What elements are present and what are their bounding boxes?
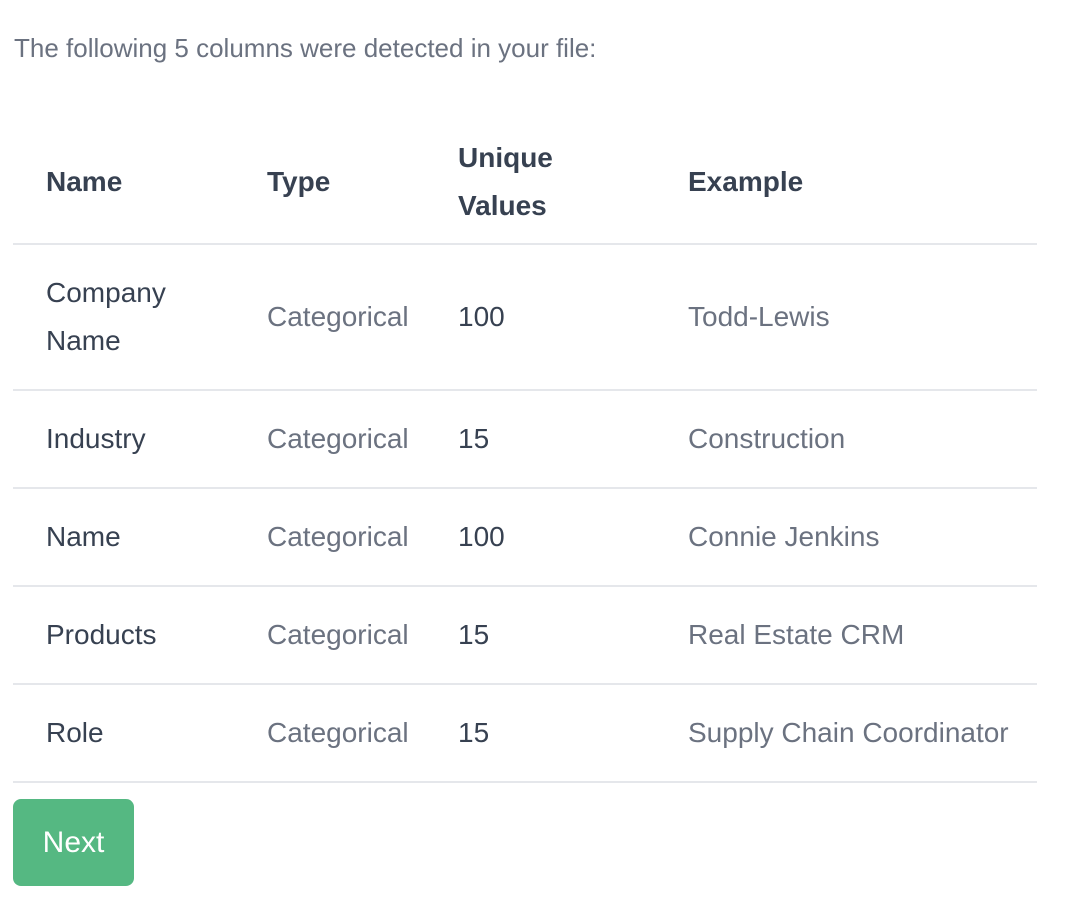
cell-name: Industry <box>13 390 234 489</box>
next-button[interactable]: Next <box>13 799 134 886</box>
table-row: Industry Categorical 15 Construction <box>13 390 1037 489</box>
cell-type: Categorical <box>234 488 446 587</box>
cell-unique-values: 15 <box>446 390 642 489</box>
cell-example: Todd-Lewis <box>642 244 1037 391</box>
cell-unique-values: 100 <box>446 244 642 391</box>
columns-table: Name Type Unique Values Example Company … <box>13 120 1037 783</box>
header-example: Example <box>642 120 1037 245</box>
cell-unique-values: 15 <box>446 586 642 685</box>
cell-unique-values: 15 <box>446 684 642 783</box>
table-row: Products Categorical 15 Real Estate CRM <box>13 586 1037 685</box>
table-row: Name Categorical 100 Connie Jenkins <box>13 488 1037 587</box>
cell-example: Construction <box>642 390 1037 489</box>
cell-name: Products <box>13 586 234 685</box>
cell-type: Categorical <box>234 390 446 489</box>
cell-unique-values: 100 <box>446 488 642 587</box>
cell-name: Name <box>13 488 234 587</box>
cell-type: Categorical <box>234 684 446 783</box>
cell-example: Real Estate CRM <box>642 586 1037 685</box>
cell-type: Categorical <box>234 244 446 391</box>
table-header-row: Name Type Unique Values Example <box>13 120 1037 245</box>
intro-text: The following 5 columns were detected in… <box>14 33 597 63</box>
cell-example: Supply Chain Coordinator <box>642 684 1037 783</box>
header-unique-values: Unique Values <box>446 120 642 245</box>
cell-name: Role <box>13 684 234 783</box>
header-type: Type <box>234 120 446 245</box>
cell-name: Company Name <box>13 244 234 391</box>
table-row: Role Categorical 15 Supply Chain Coordin… <box>13 684 1037 783</box>
cell-type: Categorical <box>234 586 446 685</box>
cell-example: Connie Jenkins <box>642 488 1037 587</box>
header-name: Name <box>13 120 234 245</box>
table-row: Company Name Categorical 100 Todd-Lewis <box>13 244 1037 391</box>
